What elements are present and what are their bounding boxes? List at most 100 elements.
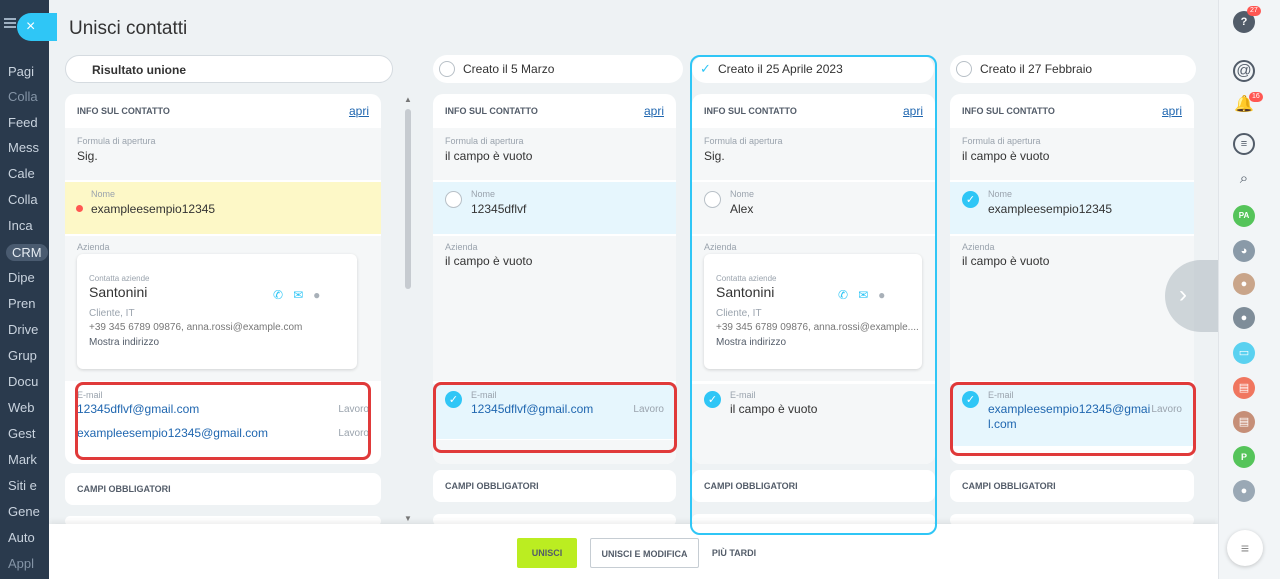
contact-card-icon[interactable]: ▤ xyxy=(1233,411,1255,433)
field-label: Nome xyxy=(471,189,496,199)
merge-button[interactable]: UNISCI xyxy=(517,538,577,568)
open-link[interactable]: apri xyxy=(903,104,923,118)
email-field: E-mail 12345dflvf@gmail.com Lavoro examp… xyxy=(65,384,381,464)
company-name: Santonini xyxy=(716,284,775,300)
column-header-2[interactable]: ✓ Creato il 25 Aprile 2023 xyxy=(692,55,934,83)
nav-item-crm[interactable]: CRM xyxy=(6,244,48,261)
nav-item[interactable]: Mess xyxy=(8,140,39,155)
nav-item[interactable]: Colla xyxy=(8,192,38,207)
salutation-field: Formula di apertura Sig. xyxy=(65,128,381,180)
column-header-1[interactable]: Creato il 5 Marzo xyxy=(433,55,683,83)
required-fields-section[interactable]: CAMPI OBBLIGATORI xyxy=(433,470,676,502)
radio-checked-icon[interactable]: ✓ xyxy=(962,191,979,208)
radio-checked-icon[interactable]: ✓ xyxy=(704,391,721,408)
open-link[interactable]: apri xyxy=(644,104,664,118)
nav-item[interactable]: Pagi xyxy=(8,64,34,79)
nav-item[interactable]: Cale xyxy=(8,166,35,181)
name-field[interactable]: ✓ Nome exampleesempio12345 xyxy=(950,182,1194,234)
radio-icon[interactable] xyxy=(956,61,972,77)
search-icon[interactable]: ⌕ xyxy=(1233,168,1255,190)
email-value[interactable]: exampleesempio12345@gmai xyxy=(988,402,1150,416)
field-value: exampleesempio12345 xyxy=(91,202,216,216)
group-avatar-icon[interactable]: ◕ xyxy=(1233,240,1255,262)
required-fields-section[interactable]: CAMPI OBBLIGATORI xyxy=(65,473,381,505)
mail-icon[interactable]: ✉ xyxy=(293,288,303,302)
nav-item[interactable]: Dipe xyxy=(8,270,35,285)
list-menu-icon[interactable]: ≡ xyxy=(1227,530,1263,566)
later-button[interactable]: PIÙ TARDI xyxy=(709,538,759,568)
left-navigation: Pagi Colla Feed Mess Cale Colla Inca CRM… xyxy=(0,0,49,579)
user-avatar-icon[interactable]: ● xyxy=(1233,307,1255,329)
email-value[interactable]: 12345dflvf@gmail.com xyxy=(77,402,199,416)
radio-icon[interactable] xyxy=(439,61,455,77)
name-field: Nome exampleesempio12345 xyxy=(65,182,381,234)
contact-card-2: INFO SUL CONTATTO apri Formula di apertu… xyxy=(692,94,935,464)
email-field[interactable]: ✓ E-mail 12345dflvf@gmail.com Lavoro xyxy=(433,384,676,439)
merge-and-edit-button[interactable]: UNISCI E MODIFICA xyxy=(590,538,699,568)
nav-item[interactable]: Auto xyxy=(8,530,35,545)
nav-item[interactable]: Mark xyxy=(8,452,37,467)
chat-bubble-icon[interactable]: ▭ xyxy=(1233,342,1255,364)
nav-item[interactable]: Appl xyxy=(8,556,34,571)
nav-item[interactable]: Pren xyxy=(8,296,35,311)
contact-card-icon[interactable]: ▤ xyxy=(1233,377,1255,399)
phone-icon[interactable]: ✆ xyxy=(838,288,848,302)
avatar-pa[interactable]: PA xyxy=(1233,205,1255,227)
nav-item[interactable]: Gest xyxy=(8,426,35,441)
show-address-link[interactable]: Mostra indirizzo xyxy=(716,337,786,348)
radio-icon[interactable] xyxy=(704,191,721,208)
required-fields-section[interactable]: CAMPI OBBLIGATORI xyxy=(950,470,1194,502)
nav-item[interactable]: Drive xyxy=(8,322,38,337)
radio-icon[interactable] xyxy=(445,191,462,208)
company-card[interactable]: Contatta aziende Santonini ✆ ✉ ● Cliente, … xyxy=(77,254,357,369)
nav-item[interactable]: Inca xyxy=(8,218,33,233)
email-value-continued[interactable]: l.com xyxy=(988,417,1017,431)
required-fields-section[interactable]: CAMPI OBBLIGATORI xyxy=(692,470,935,502)
chat-icon[interactable]: ● xyxy=(313,288,320,302)
nav-item[interactable]: Web xyxy=(8,400,35,415)
mail-icon[interactable]: ✉ xyxy=(858,288,868,302)
nav-item[interactable]: Grup xyxy=(8,348,37,363)
open-link[interactable]: apri xyxy=(349,104,369,118)
email-value[interactable]: exampleesempio12345@gmail.com xyxy=(77,426,268,440)
email-field[interactable]: ✓ E-mail exampleesempio12345@gmai l.com … xyxy=(950,384,1194,446)
avatar-p[interactable]: P xyxy=(1233,446,1255,468)
nav-item[interactable]: Colla xyxy=(8,89,38,104)
radio-checked-icon[interactable]: ✓ xyxy=(962,391,979,408)
open-link[interactable]: apri xyxy=(1162,104,1182,118)
name-field[interactable]: Nome Alex xyxy=(692,182,935,234)
scroll-thumb[interactable] xyxy=(405,109,411,289)
nav-item[interactable]: Gene xyxy=(8,504,40,519)
result-column-label: Risultato unione xyxy=(92,63,186,77)
chat-icon[interactable]: ≡ xyxy=(1233,133,1255,155)
company-actions: ✆ ✉ ● xyxy=(828,288,885,302)
scroll-down-icon[interactable]: ▼ xyxy=(404,514,412,523)
notifications-badge: 16 xyxy=(1249,92,1263,102)
contact-card-1: INFO SUL CONTATTO apri Formula di apertu… xyxy=(433,94,676,464)
menu-icon[interactable] xyxy=(4,18,16,28)
name-field[interactable]: Nome 12345dflvf xyxy=(433,182,676,234)
email-value[interactable]: 12345dflvf@gmail.com xyxy=(471,402,593,416)
phone-icon[interactable]: ✆ xyxy=(273,288,283,302)
column-label: Creato il 5 Marzo xyxy=(463,62,555,76)
scroll-up-icon[interactable]: ▲ xyxy=(404,95,412,104)
nav-item[interactable]: Feed xyxy=(8,115,38,130)
show-address-link[interactable]: Mostra indirizzo xyxy=(89,337,159,348)
at-sign-icon[interactable]: @ xyxy=(1233,60,1255,82)
field-label: Nome xyxy=(988,189,1013,199)
close-button[interactable]: × xyxy=(17,13,57,41)
nav-item[interactable]: Docu xyxy=(8,374,38,389)
company-field: Azienda Contatta aziende Santonini ✆ ✉ ● C… xyxy=(692,236,935,381)
company-actions: ✆ ✉ ● xyxy=(263,288,320,302)
scrollbar[interactable]: ▲ ▼ xyxy=(401,95,415,523)
company-contacts: +39 345 6789 09876, anna.rossi@example..… xyxy=(716,322,919,333)
company-card[interactable]: Contatta aziende Santonini ✆ ✉ ● Cliente, … xyxy=(704,254,922,369)
user-avatar-icon[interactable]: ● xyxy=(1233,480,1255,502)
radio-checked-icon[interactable]: ✓ xyxy=(445,391,462,408)
column-header-3[interactable]: Creato il 27 Febbraio xyxy=(950,55,1196,83)
chat-icon[interactable]: ● xyxy=(878,288,885,302)
email-field[interactable]: ✓ E-mail il campo è vuoto xyxy=(692,384,935,464)
nav-item[interactable]: Siti e xyxy=(8,478,37,493)
user-avatar-icon[interactable]: ● xyxy=(1233,273,1255,295)
right-sidebar: ? 27 @ 🔔 16 ≡ ⌕ PA ◕ ● ● ▭ ▤ ▤ P ● ≡ xyxy=(1218,0,1280,579)
